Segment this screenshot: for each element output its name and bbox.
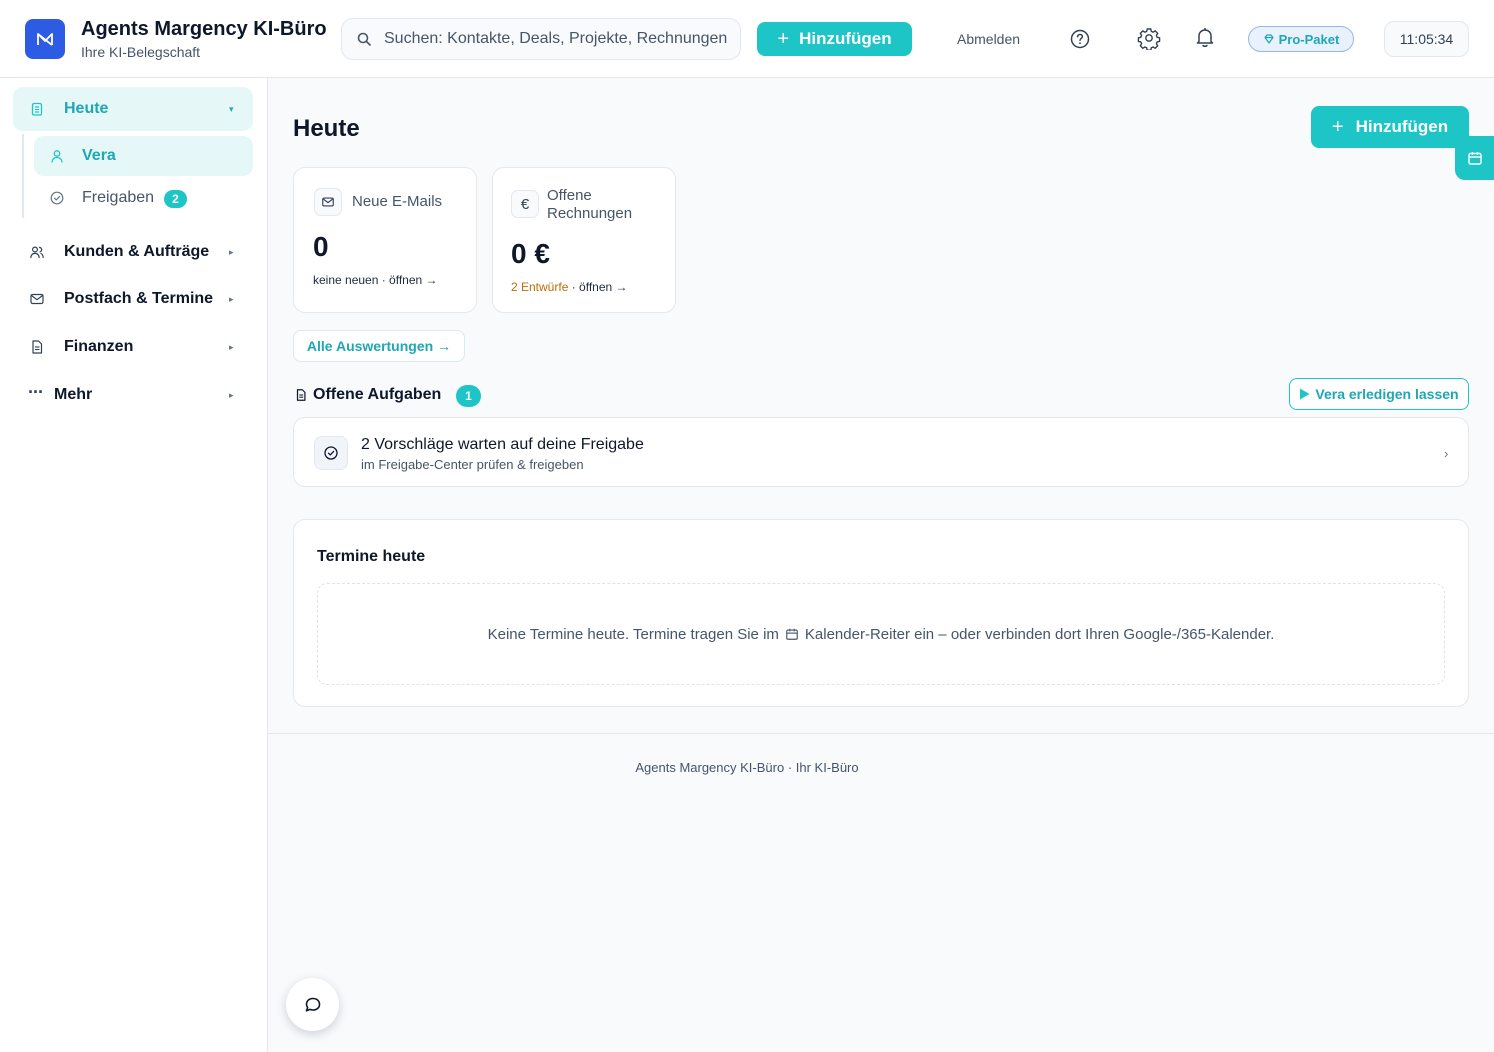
tasks-count-badge: 1 (456, 385, 481, 407)
stat-card-invoices[interactable]: € Offene Rechnungen 0 € 2 Entwürfe · öff… (492, 167, 676, 313)
stat-footer-link[interactable]: keine neuen · öffnen → (313, 273, 438, 287)
chevron-right-icon: ▸ (229, 294, 234, 304)
empty-text-end: Kalender-Reiter ein – oder verbinden dor… (804, 625, 1275, 643)
user-icon (51, 150, 63, 163)
chevron-right-icon: › (1444, 446, 1449, 461)
sidebar-item-freigaben[interactable]: Freigaben 2 (34, 179, 253, 217)
app-subtitle: Ihre KI-Belegschaft (81, 44, 201, 60)
task-item[interactable]: 2 Vorschläge warten auf deine Freigabe i… (293, 417, 1469, 487)
approvals-count-badge: 2 (164, 190, 187, 208)
help-icon[interactable] (1069, 28, 1091, 50)
plus-icon: + (1331, 116, 1344, 138)
task-subtitle: im Freigabe-Center prüfen & freigeben (361, 457, 584, 472)
sidebar-item-label: Heute (64, 100, 109, 117)
sidebar-item-heute[interactable]: Heute ▾ (13, 87, 253, 131)
sidebar-item-label: Kunden & Aufträge (64, 243, 210, 260)
sidebar: Heute ▾ Vera Freigaben 2 Kunden & Aufträ… (0, 78, 268, 1052)
search-box[interactable] (341, 18, 741, 60)
sidebar-item-label: Postfach & Termine (64, 290, 214, 307)
calendar-icon (786, 628, 798, 640)
document-icon (296, 389, 306, 401)
add-button[interactable]: + Hinzufügen (1311, 106, 1469, 148)
sidebar-item-label: Finanzen (64, 338, 134, 355)
tasks-title: Offene Aufgaben (313, 386, 442, 403)
stat-label: Offene Rechnungen (547, 187, 633, 222)
all-reports-button[interactable]: Alle Auswertungen → (293, 330, 465, 362)
sidebar-item-postfach[interactable]: Postfach & Termine ▸ (13, 279, 253, 319)
appointments-empty-state: Keine Termine heute. Termine tragen Sie … (317, 583, 1445, 685)
sidebar-item-mehr[interactable]: ··· Mehr ▸ (13, 375, 253, 415)
sidebar-item-label: Vera (82, 147, 116, 164)
page-title: Heute (293, 115, 360, 142)
gear-icon[interactable] (1137, 26, 1161, 50)
sidebar-item-label: Freigaben (82, 189, 155, 206)
drafts-count: 2 Entwürfe (511, 280, 569, 294)
check-circle-icon (50, 191, 64, 205)
vera-do-it-button[interactable]: Vera erledigen lassen (1289, 378, 1469, 410)
sidebar-item-label: Mehr (54, 386, 93, 403)
app-title: Agents Margency KI-Büro (81, 18, 327, 40)
chevron-right-icon: ▸ (229, 342, 234, 352)
mail-icon (314, 188, 342, 216)
add-button-label: Hinzufügen (799, 29, 892, 48)
add-button-header[interactable]: + Hinzufügen (757, 22, 912, 56)
chat-icon (305, 997, 320, 1012)
footer-divider (268, 733, 1494, 734)
stat-value: 0 (313, 231, 329, 262)
clipboard-icon (31, 102, 43, 116)
more-icon: ··· (28, 382, 44, 402)
vera-do-it-label: Vera erledigen lassen (1315, 386, 1459, 402)
stat-value: 0 € (511, 238, 550, 269)
check-circle-icon (314, 436, 348, 470)
document-icon (32, 340, 43, 354)
plan-label: Pro-Paket (1278, 31, 1340, 47)
gem-icon (1264, 34, 1274, 44)
stat-card-emails[interactable]: Neue E-Mails 0 keine neuen · öffnen → (293, 167, 477, 313)
calendar-tab[interactable] (1455, 136, 1494, 180)
chevron-right-icon: ▸ (229, 390, 234, 400)
task-title: 2 Vorschläge warten auf deine Freigabe (361, 436, 644, 453)
chevron-right-icon: ▸ (229, 247, 234, 257)
logo-icon[interactable] (25, 19, 65, 59)
plan-badge[interactable]: Pro-Paket (1248, 26, 1354, 52)
search-icon (357, 32, 371, 46)
empty-text-start: Keine Termine heute. Termine tragen Sie … (487, 625, 779, 643)
stat-footer-link[interactable]: 2 Entwürfe · öffnen → (511, 280, 628, 294)
stat-label: Neue E-Mails (352, 193, 443, 210)
sidebar-item-kunden[interactable]: Kunden & Aufträge ▸ (13, 232, 253, 272)
plus-icon: + (777, 28, 790, 50)
chevron-down-icon: ▾ (229, 104, 234, 114)
logout-link[interactable]: Abmelden (957, 31, 1020, 47)
search-input[interactable] (384, 30, 734, 48)
mail-icon (30, 293, 44, 305)
chat-button[interactable] (286, 978, 339, 1031)
add-button-label: Hinzufügen (1355, 117, 1449, 136)
footer-text: Agents Margency KI-Büro · Ihr KI-Büro (635, 760, 859, 775)
stat-footer-text: keine neuen · öffnen → (313, 273, 438, 287)
submenu-divider (22, 134, 24, 218)
users-icon (30, 246, 44, 259)
euro-icon: € (511, 190, 539, 218)
calendar-icon (1467, 152, 1482, 165)
top-bar: Agents Margency KI-Büro Ihre KI-Belegsch… (0, 0, 1494, 78)
appointments-card: Termine heute Keine Termine heute. Termi… (293, 519, 1469, 707)
appointments-title: Termine heute (317, 548, 426, 565)
sidebar-item-finanzen[interactable]: Finanzen ▸ (13, 327, 253, 367)
stat-footer-text: · öffnen → (568, 280, 628, 294)
play-icon (1300, 388, 1310, 400)
sidebar-item-vera[interactable]: Vera (34, 136, 253, 176)
bell-icon[interactable] (1193, 25, 1217, 49)
clock: 11:05:34 (1384, 21, 1469, 57)
